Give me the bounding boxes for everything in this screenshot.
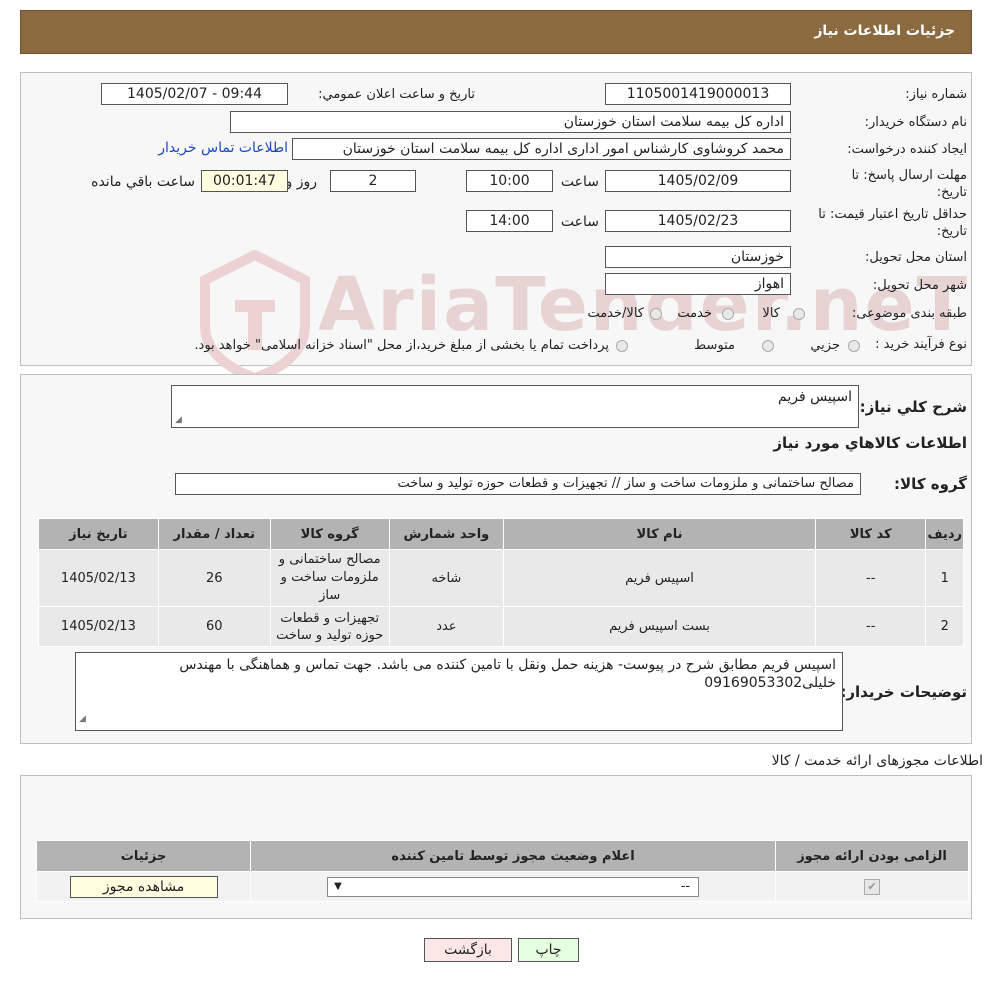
cell-code: -- <box>814 549 927 607</box>
deadline-time-label: ساعت <box>560 174 599 190</box>
process-label: نوع فرآيند خريد : <box>875 337 967 352</box>
requester-label: ايجاد کننده درخواست: <box>847 142 967 157</box>
need-number-field: 1105001419000013 <box>605 83 791 105</box>
process-radio-partial[interactable] <box>848 340 860 352</box>
validity-date-field: 1405/02/23 <box>605 210 791 232</box>
cell-date: 1405/02/13 <box>38 606 159 647</box>
buyer-notes-field: اسپیس فریم مطابق شرح در پیوست- هزینه حمل… <box>75 652 843 731</box>
cell-name: بست اسپیس فریم <box>503 606 816 647</box>
permits-table: الزامی بودن ارائه مجوز اعلام وضعیت مجوز … <box>35 840 969 902</box>
city-field: اهواز <box>605 273 791 295</box>
deadline-time-field: 10:00 <box>466 170 553 192</box>
permit-status-value: -- <box>680 878 691 894</box>
permit-required-checkbox[interactable]: ✔ <box>864 878 881 895</box>
validity-label: حداقل تاريخ اعتبار قيمت: تا تاريخ: <box>818 206 967 240</box>
category-option-goods: کالا <box>762 306 780 321</box>
cell-qty: 60 <box>157 606 271 647</box>
city-label: شهر محل تحويل: <box>872 278 967 293</box>
goods-group-label: گروه کالا: <box>894 475 967 493</box>
deadline-label: مهلت ارسال پاسخ: تا تاریخ: <box>852 167 967 201</box>
col-row: رديف <box>925 518 964 550</box>
cell-row: 2 <box>925 606 964 647</box>
cell-date: 1405/02/13 <box>38 549 159 607</box>
permit-status-cell: -- ▼ <box>250 871 777 902</box>
cell-row: 1 <box>925 549 964 607</box>
category-option-service: خدمت <box>677 306 712 321</box>
category-option-goods-service: کالا/خدمت <box>587 306 644 321</box>
cell-unit: شاخه <box>388 549 505 607</box>
category-radio-goods-service[interactable] <box>650 308 662 320</box>
table-row: ✔ -- ▼ مشاهده مجوز <box>35 871 969 902</box>
col-qty: تعداد / مقدار <box>157 518 271 550</box>
permits-table-header: الزامی بودن ارائه مجوز اعلام وضعیت مجوز … <box>35 840 969 872</box>
validity-time-label: ساعت <box>560 214 599 230</box>
resize-grip-icon: ◢ <box>175 415 182 425</box>
category-radio-service[interactable] <box>722 308 734 320</box>
announce-date-label: تاریخ و ساعت اعلان عمومي: <box>318 87 475 102</box>
need-number-label: شماره نیاز: <box>905 87 967 102</box>
province-field: خوزستان <box>605 246 791 268</box>
process-option-partial: جزيي <box>810 338 840 353</box>
validity-label-line1: حداقل تاريخ اعتبار قيمت: تا <box>818 207 967 222</box>
goods-table-header: رديف کد کالا نام کالا واحد شمارش گروه کا… <box>38 518 964 550</box>
permit-details-cell: مشاهده مجوز <box>35 871 252 902</box>
process-option-medium: متوسط <box>694 338 735 353</box>
print-button[interactable]: چاپ <box>518 938 579 962</box>
summary-field: اسپیس فریم ◢ <box>171 385 859 428</box>
col-permit-required: الزامی بودن ارائه مجوز <box>775 840 969 872</box>
validity-label-line2: تاريخ: <box>936 224 967 239</box>
col-permit-status: اعلام وضعیت مجوز توسط تامین کننده <box>250 840 777 872</box>
page-header: جزئیات اطلاعات نیاز <box>20 10 972 54</box>
days-remaining-field: 2 <box>330 170 416 192</box>
cell-qty: 26 <box>157 549 271 607</box>
deadline-date-field: 1405/02/09 <box>605 170 791 192</box>
col-unit: واحد شمارش <box>388 518 505 550</box>
summary-label: شرح کلي نياز: <box>859 398 967 416</box>
table-row: 2 -- بست اسپیس فریم عدد تجهیزات و قطعات … <box>38 606 964 647</box>
permit-status-select[interactable]: -- ▼ <box>327 876 700 897</box>
back-button[interactable]: بازگشت <box>424 938 512 962</box>
col-code: کد کالا <box>814 518 927 550</box>
process-radio-treasury[interactable] <box>616 340 628 352</box>
process-note: پرداخت تمام یا بخشی از مبلغ خرید،از محل … <box>194 338 609 353</box>
page-title: جزئیات اطلاعات نیاز <box>814 23 955 39</box>
remaining-time-label: ساعت باقي مانده <box>91 174 195 190</box>
cell-unit: عدد <box>388 606 505 647</box>
cell-group: مصالح ساختمانی و ملزومات ساخت و ساز <box>269 549 390 607</box>
permit-required-cell: ✔ <box>775 871 969 902</box>
goods-section-title: اطلاعات کالاهاي مورد نياز <box>773 434 967 452</box>
col-date: تاريخ نياز <box>38 518 159 550</box>
buyer-org-field: اداره کل بیمه سلامت استان خوزستان <box>230 111 791 133</box>
resize-grip-icon: ◢ <box>79 714 86 724</box>
col-group: گروه کالا <box>269 518 390 550</box>
col-name: نام کالا <box>503 518 816 550</box>
deadline-label-line1: مهلت ارسال پاسخ: تا <box>851 168 967 183</box>
col-permit-details: جزئیات <box>35 840 252 872</box>
view-permit-button[interactable]: مشاهده مجوز <box>69 875 218 898</box>
watermark-logo-icon <box>200 249 310 384</box>
validity-time-field: 14:00 <box>466 210 553 232</box>
table-row: 1 -- اسپیس فریم شاخه مصالح ساختمانی و مل… <box>38 549 964 607</box>
cell-code: -- <box>814 606 927 647</box>
permits-title: اطلاعات مجوزهای ارائه خدمت / کالا <box>771 753 983 769</box>
cell-name: اسپیس فریم <box>503 549 816 607</box>
province-label: استان محل تحويل: <box>865 250 967 265</box>
process-radio-medium[interactable] <box>762 340 774 352</box>
buyer-contact-link[interactable]: اطلاعات تماس خریدار <box>158 140 288 156</box>
buyer-notes-label: توضيحات خريدار: <box>840 683 967 701</box>
deadline-label-line2: تاریخ: <box>936 185 967 200</box>
buyer-org-label: نام دستگاه خريدار: <box>864 115 967 130</box>
cell-group: تجهیزات و قطعات حوزه تولید و ساخت <box>269 606 390 647</box>
announce-date-field: 1405/02/07 - 09:44 <box>101 83 288 105</box>
category-radio-goods[interactable] <box>793 308 805 320</box>
remaining-time-field: 00:01:47 <box>201 170 288 192</box>
goods-group-field: مصالح ساختمانی و ملزومات ساخت و ساز // ت… <box>175 473 861 495</box>
buyer-notes-text: اسپیس فریم مطابق شرح در پیوست- هزینه حمل… <box>179 657 836 691</box>
requester-field: محمد کروشاوی کارشناس امور اداری اداره کل… <box>292 138 791 160</box>
category-label: طبقه بندی موضوعی: <box>851 306 967 321</box>
days-label: روز و <box>285 174 318 190</box>
goods-table: رديف کد کالا نام کالا واحد شمارش گروه کا… <box>38 518 964 647</box>
summary-text: اسپیس فریم <box>778 389 852 405</box>
chevron-down-icon: ▼ <box>334 880 342 892</box>
